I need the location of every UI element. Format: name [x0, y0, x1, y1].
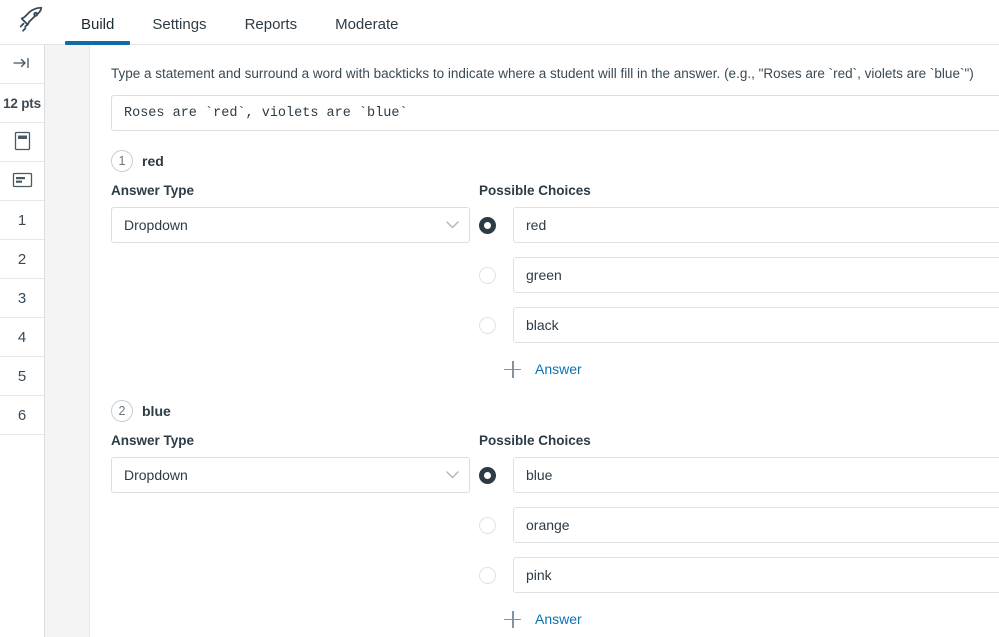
sidebar-item-5-label: 5 — [18, 368, 26, 385]
possible-choices-label-2: Possible Choices — [479, 433, 999, 448]
add-answer-row-1[interactable]: Answer — [479, 357, 999, 381]
answer-block-2-choices-column: Possible Choices A — [479, 433, 999, 631]
statement-input[interactable] — [111, 95, 999, 131]
tab-settings[interactable]: Settings — [133, 17, 225, 44]
sidebar-item-2-label: 2 — [18, 251, 26, 268]
sidebar-item-6-label: 6 — [18, 407, 26, 424]
answer-block-2-word: blue — [142, 403, 171, 419]
answer-block-1-badge: 1 — [111, 150, 133, 172]
tab-build-label: Build — [81, 16, 114, 33]
choice-radio-correct-2-2[interactable] — [479, 517, 496, 534]
answer-block-1-choices-column: Possible Choices A — [479, 183, 999, 381]
top-navigation: Build Settings Reports Moderate — [0, 0, 999, 45]
choice-input-1-3[interactable] — [513, 307, 999, 343]
answer-block-2: 2 blue Answer Type Dropdown — [111, 400, 999, 631]
answer-block-1-header: 1 red — [111, 150, 999, 172]
nav-tabs: Build Settings Reports Moderate — [62, 0, 417, 44]
tab-reports-label: Reports — [245, 16, 298, 33]
choice-radio-correct-1-2[interactable] — [479, 267, 496, 284]
answer-type-label-2: Answer Type — [111, 433, 479, 448]
choice-input-1-2[interactable] — [513, 257, 999, 293]
choice-row — [479, 457, 999, 493]
choice-input-2-2[interactable] — [513, 507, 999, 543]
rocket-icon — [0, 0, 62, 44]
sidebar-item-2[interactable]: 2 — [0, 240, 44, 279]
sidebar-item-card[interactable] — [0, 162, 44, 201]
instruction-text: Type a statement and surround a word wit… — [111, 65, 999, 83]
tab-settings-label: Settings — [152, 16, 206, 33]
document-icon — [14, 131, 31, 154]
sidebar-item-3[interactable]: 3 — [0, 279, 44, 318]
add-answer-label-1: Answer — [535, 361, 582, 377]
question-editor: Type a statement and surround a word wit… — [91, 45, 999, 637]
choice-radio-correct-2-3[interactable] — [479, 567, 496, 584]
answer-block-1-word: red — [142, 153, 164, 169]
sidebar-collapse-toggle[interactable] — [0, 45, 44, 84]
choice-row — [479, 307, 999, 343]
points-value: 12 pts — [3, 96, 41, 111]
answer-block-2-badge: 2 — [111, 400, 133, 422]
sidebar-item-6[interactable]: 6 — [0, 396, 44, 435]
choice-radio-correct-1-1[interactable] — [479, 217, 496, 234]
tab-build[interactable]: Build — [62, 17, 133, 44]
sidebar-item-page[interactable] — [0, 123, 44, 162]
plus-icon — [504, 611, 521, 628]
sidebar-item-1[interactable]: 1 — [0, 201, 44, 240]
choice-row — [479, 507, 999, 543]
tab-moderate-label: Moderate — [335, 16, 398, 33]
answer-type-select-1[interactable]: Dropdown — [111, 207, 470, 243]
sidebar-item-4-label: 4 — [18, 329, 26, 346]
quiz-builder-app: Build Settings Reports Moderate — [0, 0, 999, 637]
sidebar-item-3-label: 3 — [18, 290, 26, 307]
answer-type-select-wrap-2: Dropdown — [111, 457, 470, 493]
left-sidebar: 12 pts 1 2 — [0, 45, 45, 637]
choice-row — [479, 257, 999, 293]
sidebar-item-5[interactable]: 5 — [0, 357, 44, 396]
add-answer-row-2[interactable]: Answer — [479, 607, 999, 631]
answer-type-value-2: Dropdown — [124, 467, 188, 483]
choice-row — [479, 207, 999, 243]
answer-type-value-1: Dropdown — [124, 217, 188, 233]
answer-block-2-header: 2 blue — [111, 400, 999, 422]
sidebar-item-4[interactable]: 4 — [0, 318, 44, 357]
answer-type-select-2[interactable]: Dropdown — [111, 457, 470, 493]
content-gutter — [45, 45, 90, 637]
possible-choices-label-1: Possible Choices — [479, 183, 999, 198]
answer-block-2-type-column: Answer Type Dropdown — [111, 433, 479, 631]
answer-block-1-type-column: Answer Type Dropdown — [111, 183, 479, 381]
choice-radio-correct-2-1[interactable] — [479, 467, 496, 484]
sidebar-item-1-label: 1 — [18, 212, 26, 229]
tab-reports[interactable]: Reports — [226, 17, 317, 44]
choice-row — [479, 557, 999, 593]
arrow-to-bar-icon — [13, 56, 31, 73]
add-answer-label-2: Answer — [535, 611, 582, 627]
answer-block-1: 1 red Answer Type Dropdown — [111, 150, 999, 381]
answer-block-1-body: Answer Type Dropdown Possible Choice — [111, 183, 999, 381]
sidebar-points: 12 pts — [0, 84, 44, 123]
choice-radio-correct-1-3[interactable] — [479, 317, 496, 334]
card-icon — [12, 172, 33, 191]
answer-block-2-body: Answer Type Dropdown Possible Choice — [111, 433, 999, 631]
choice-input-1-1[interactable] — [513, 207, 999, 243]
answer-type-label-1: Answer Type — [111, 183, 479, 198]
choice-input-2-3[interactable] — [513, 557, 999, 593]
tab-moderate[interactable]: Moderate — [316, 17, 417, 44]
plus-icon — [504, 361, 521, 378]
choice-input-2-1[interactable] — [513, 457, 999, 493]
answer-type-select-wrap-1: Dropdown — [111, 207, 470, 243]
